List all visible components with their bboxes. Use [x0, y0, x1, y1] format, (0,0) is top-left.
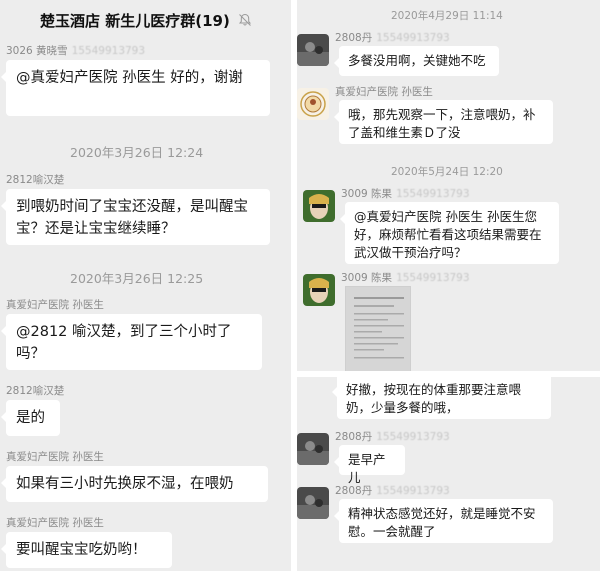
- message-bubble[interactable]: 到喂奶时间了宝宝还没醒，是叫醒宝宝？还是让宝宝继续睡？: [1, 189, 270, 245]
- avatar[interactable]: [303, 190, 335, 222]
- sender-name: 真爱妇产医院 孙医生: [6, 451, 104, 463]
- message-bubble[interactable]: 多餐没用啊，关键她不吃: [334, 46, 499, 76]
- sender-name: 真爱妇产医院 孙医生: [335, 86, 433, 98]
- timestamp: 2020年4月29日 11:14: [391, 10, 503, 22]
- message-bubble[interactable]: @真爱妇产医院 孙医生 孙医生您好，麻烦帮忙看看这项结果需要在武汉做干预治疗吗？: [340, 202, 559, 264]
- message-bubble[interactable]: 好撤，按现在的体重那要注意喂奶，少量多餐的哦，: [332, 377, 551, 419]
- sender-name: 真爱妇产医院 孙医生: [6, 299, 104, 311]
- timestamp: 2020年5月24日 12:20: [391, 166, 503, 178]
- sender-name: 真爱妇产医院 孙医生: [6, 517, 104, 529]
- timestamp: 2020年3月26日 12:24: [70, 145, 204, 160]
- message-bubble[interactable]: 是的: [1, 400, 60, 436]
- sender-name: 3026 黄晓雪 15549913793: [6, 45, 146, 57]
- avatar[interactable]: [303, 274, 335, 306]
- avatar[interactable]: [297, 487, 329, 519]
- avatar[interactable]: [297, 88, 329, 120]
- message-bubble[interactable]: 如果有三小时先换尿不湿，在喂奶: [1, 466, 268, 502]
- message-bubble[interactable]: 是早产儿: [334, 445, 405, 485]
- sender-name: 2808丹 15549913793: [335, 32, 450, 44]
- message-bubble[interactable]: 哦，那先观察一下，注意喂奶，补了盖和维生素Ｄ了没: [334, 100, 553, 144]
- sender-name: 2812喻汉楚: [6, 385, 65, 397]
- avatar[interactable]: [297, 34, 329, 66]
- sender-name: 3009 陈果 15549913793: [341, 188, 470, 200]
- timestamp: 2020年3月26日 12:25: [70, 271, 204, 286]
- sender-name: 2812喻汉楚: [6, 174, 65, 186]
- muted-bell-icon: [238, 13, 252, 26]
- right-chat-panel-bottom: 好撤，按现在的体重那要注意喂奶，少量多餐的哦， 2808丹 15549913793…: [297, 377, 600, 571]
- sender-name: 2808丹 15549913793: [335, 431, 450, 443]
- message-bubble[interactable]: @2812 喻汉楚，到了三个小时了吗？: [1, 314, 262, 370]
- group-title[interactable]: 楚玉酒店 新生儿医疗群(19): [40, 10, 230, 31]
- message-bubble[interactable]: 要叫醒宝宝吃奶哟！: [1, 532, 172, 568]
- left-chat-panel: 楚玉酒店 新生儿医疗群(19) 3026 黄晓雪 15549913793 @真爱妇…: [0, 0, 296, 571]
- message-bubble[interactable]: @真爱妇产医院 孙医生 好的，谢谢: [1, 60, 270, 116]
- image-message-thumbnail[interactable]: [345, 286, 411, 371]
- message-bubble[interactable]: 精神状态感觉还好，就是睡觉不安慰。一会就醒了: [334, 499, 553, 543]
- right-chat-panel-top: 2020年4月29日 11:14 2808丹 15549913793 多餐没用啊，…: [297, 0, 600, 371]
- avatar[interactable]: [297, 433, 329, 465]
- sender-name: 3009 陈果 15549913793: [341, 272, 470, 284]
- sender-name: 2808丹 15549913793: [335, 485, 450, 497]
